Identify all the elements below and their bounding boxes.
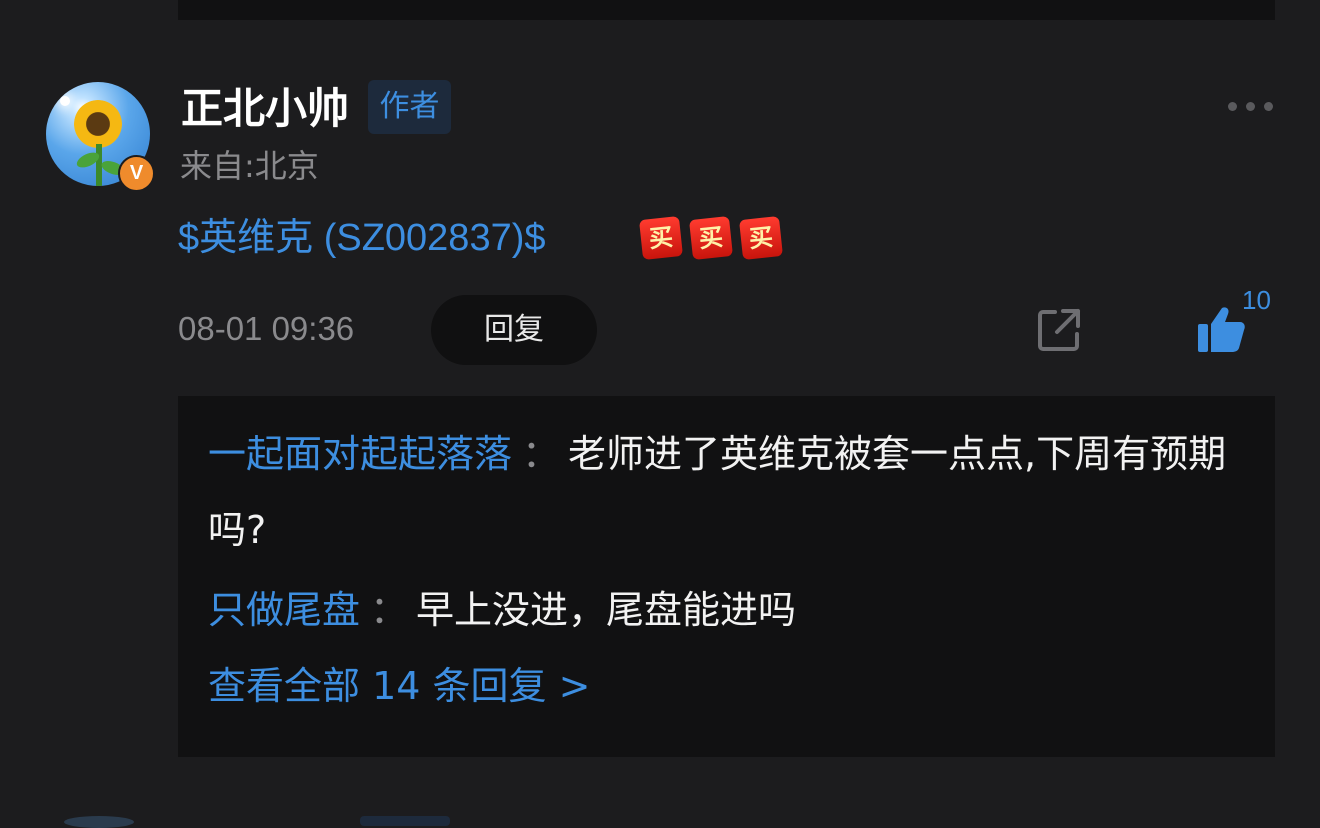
- replies-panel: 一起面对起起落落：老师进了英维克被套一点点,下周有预期吗? 只做尾盘：早上没进，…: [178, 396, 1275, 757]
- stock-link[interactable]: $英维克 (SZ002837)$: [178, 214, 546, 262]
- timestamp: 08-01 09:36: [178, 310, 355, 347]
- buy-emoji: 买: [739, 216, 783, 260]
- username[interactable]: 正北小帅: [181, 82, 349, 136]
- sunflower: [74, 100, 122, 148]
- reply-item[interactable]: 只做尾盘：早上没进，尾盘能进吗: [208, 572, 1228, 648]
- more-icon[interactable]: [1228, 102, 1274, 112]
- author-badge: 作者: [368, 80, 451, 134]
- share-icon[interactable]: [1035, 306, 1083, 354]
- sparkle: [60, 96, 70, 106]
- location-label: 来自:北京: [180, 147, 319, 185]
- reply-item[interactable]: 一起面对起起落落：老师进了英维克被套一点点,下周有预期吗?: [208, 416, 1228, 568]
- reply-text: 早上没进，尾盘能进吗: [416, 588, 797, 632]
- reply-author[interactable]: 一起面对起起落落: [208, 432, 512, 476]
- verified-icon: V: [118, 155, 155, 192]
- next-badge-peek: [360, 816, 450, 826]
- reply-author[interactable]: 只做尾盘: [208, 588, 360, 632]
- buy-emoji-row: 买买买: [639, 216, 791, 260]
- thumbs-up-icon[interactable]: [1196, 304, 1246, 354]
- view-all-replies-link[interactable]: 查看全部 14 条回复 >: [208, 658, 590, 714]
- reply-separator: ：: [522, 432, 561, 476]
- reply-button[interactable]: 回复: [431, 295, 597, 365]
- buy-emoji: 买: [639, 216, 683, 260]
- next-avatar-peek: [64, 816, 134, 828]
- previous-content-block: [178, 0, 1275, 20]
- like-count: 10: [1242, 285, 1271, 315]
- buy-emoji: 买: [689, 216, 733, 260]
- reply-separator: ：: [370, 588, 409, 632]
